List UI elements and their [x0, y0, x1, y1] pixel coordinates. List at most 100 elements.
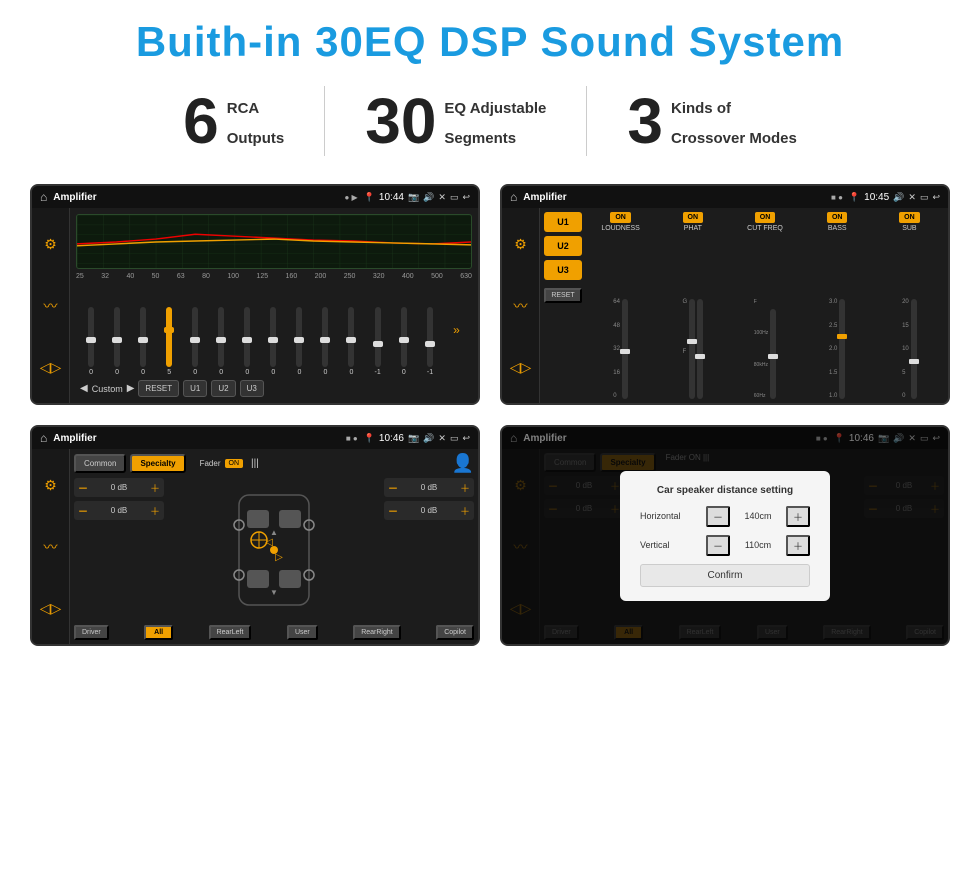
- eq-graph: [76, 214, 472, 269]
- eq-slider-1[interactable]: 0: [88, 307, 94, 376]
- dialog-title: Car speaker distance setting: [640, 485, 810, 496]
- stat-crossover-line2: Crossover Modes: [671, 119, 797, 149]
- copilot-btn[interactable]: Copilot: [436, 625, 474, 640]
- eq-wave-icon[interactable]: 〰: [44, 296, 58, 316]
- stat-crossover-number: 3: [627, 89, 663, 153]
- fader-vol-icon[interactable]: ◁▷: [40, 600, 62, 617]
- rearleft-btn[interactable]: RearLeft: [209, 625, 252, 640]
- eq-preset-label: Custom: [92, 384, 123, 394]
- vertical-label: Vertical: [640, 540, 700, 550]
- crossover-wave-icon[interactable]: 〰: [514, 296, 528, 316]
- eq-slider-13[interactable]: 0: [401, 307, 407, 376]
- eq-reset-btn[interactable]: RESET: [138, 380, 179, 397]
- fader-right-controls: － 0 dB ＋ － 0 dB ＋: [384, 478, 474, 621]
- db4-minus-btn[interactable]: －: [388, 503, 398, 518]
- horizontal-plus-btn[interactable]: ＋: [786, 506, 810, 527]
- u3-button[interactable]: U3: [544, 260, 582, 280]
- u2-button[interactable]: U2: [544, 236, 582, 256]
- db2-plus-btn[interactable]: ＋: [150, 503, 160, 518]
- eq-slider-2[interactable]: 0: [114, 307, 120, 376]
- crossover-sidebar: ⚙ 〰 ◁▷: [502, 208, 540, 403]
- eq-slider-9[interactable]: 0: [296, 307, 302, 376]
- fader-wave-icon[interactable]: 〰: [44, 537, 58, 557]
- crossover-dot-icon: ■ ●: [831, 193, 843, 202]
- user-btn[interactable]: User: [287, 625, 318, 640]
- eq-dot-icon: ● ▶: [344, 193, 357, 202]
- db2-minus-btn[interactable]: －: [78, 503, 88, 518]
- crossover-location-icon: 📍: [849, 192, 860, 203]
- crossover-close-icon: ✕: [908, 192, 916, 203]
- crossover-filter-icon[interactable]: ⚙: [514, 236, 527, 253]
- db-row-1: － 0 dB ＋: [74, 478, 164, 497]
- bass-slider-area[interactable]: 3.02.52.01.51.0: [829, 236, 845, 399]
- fader-status-bar: ⌂ Amplifier ■ ● 📍 10:46 📷 🔊 ✕ ▭ ↩: [32, 427, 478, 449]
- all-btn[interactable]: All: [144, 625, 173, 640]
- fader-window-icon: ▭: [450, 433, 459, 444]
- cutfreq-slider-area[interactable]: F100Hz80kHz60Hz: [754, 236, 776, 399]
- phat-slider-area[interactable]: GF: [682, 236, 703, 399]
- loudness-on-btn[interactable]: ON: [610, 212, 631, 223]
- sub-slider-area[interactable]: 20151050: [902, 236, 917, 399]
- fader-filter-icon[interactable]: ⚙: [44, 477, 57, 494]
- eq-slider-12[interactable]: -1: [375, 307, 381, 376]
- driver-btn[interactable]: Driver: [74, 625, 109, 640]
- eq-slider-11[interactable]: 0: [348, 307, 354, 376]
- specialty-tab[interactable]: Specialty: [130, 454, 185, 473]
- stat-crossover: 3 Kinds of Crossover Modes: [587, 89, 836, 153]
- fader-home-icon[interactable]: ⌂: [40, 431, 47, 445]
- crossover-channels-area: ON LOUDNESS 644832160 ON PHAT GF: [586, 212, 944, 399]
- eq-u3-btn[interactable]: U3: [240, 380, 264, 397]
- eq-slider-5[interactable]: 0: [192, 307, 198, 376]
- db3-plus-btn[interactable]: ＋: [460, 480, 470, 495]
- bass-on-btn[interactable]: ON: [827, 212, 848, 223]
- eq-bottom-controls: ◀ Custom ▶ RESET U1 U2 U3: [76, 376, 472, 397]
- db1-plus-btn[interactable]: ＋: [150, 480, 160, 495]
- phat-on-btn[interactable]: ON: [683, 212, 704, 223]
- vertical-minus-btn[interactable]: －: [706, 535, 730, 556]
- crossover-vol-icon[interactable]: ◁▷: [510, 359, 532, 376]
- fader-screen-card: ⌂ Amplifier ■ ● 📍 10:46 📷 🔊 ✕ ▭ ↩ ⚙ 〰 ◁▷: [30, 425, 480, 646]
- eq-vol-icon[interactable]: ◁▷: [40, 359, 62, 376]
- eq-more-arrow[interactable]: »: [453, 323, 460, 337]
- stat-eq-line2: Segments: [444, 119, 546, 149]
- fader-back-icon[interactable]: ↩: [462, 433, 470, 444]
- eq-slider-10[interactable]: 0: [322, 307, 328, 376]
- db3-minus-btn[interactable]: －: [388, 480, 398, 495]
- eq-next-btn[interactable]: ▶: [127, 383, 135, 394]
- loudness-slider-area[interactable]: 644832160: [613, 236, 628, 399]
- eq-filter-icon[interactable]: ⚙: [44, 236, 57, 253]
- db4-plus-btn[interactable]: ＋: [460, 503, 470, 518]
- crossover-home-icon[interactable]: ⌂: [510, 190, 517, 204]
- volume-icon: 🔊: [423, 192, 434, 203]
- eq-slider-8[interactable]: 0: [270, 307, 276, 376]
- sub-label: SUB: [902, 225, 916, 232]
- eq-slider-6[interactable]: 0: [218, 307, 224, 376]
- eq-u2-btn[interactable]: U2: [211, 380, 235, 397]
- car-diagram-area: ◁ ▷ ▲ ▼: [170, 478, 378, 621]
- rearright-btn[interactable]: RearRight: [353, 625, 401, 640]
- home-icon[interactable]: ⌂: [40, 190, 47, 204]
- fader-on-btn[interactable]: ON: [225, 459, 244, 468]
- cutfreq-on-btn[interactable]: ON: [755, 212, 776, 223]
- eq-u1-btn[interactable]: U1: [183, 380, 207, 397]
- crossover-reset-btn[interactable]: RESET: [544, 288, 582, 303]
- u1-button[interactable]: U1: [544, 212, 582, 232]
- fader-close-icon: ✕: [438, 433, 446, 444]
- eq-slider-7[interactable]: 0: [244, 307, 250, 376]
- crossover-back-icon[interactable]: ↩: [932, 192, 940, 203]
- vertical-plus-btn[interactable]: ＋: [786, 535, 810, 556]
- eq-time: 10:44: [379, 192, 404, 203]
- confirm-button[interactable]: Confirm: [640, 564, 810, 587]
- bass-label: BASS: [828, 225, 847, 232]
- cutfreq-label: CUT FREQ: [747, 225, 783, 232]
- common-tab[interactable]: Common: [74, 454, 126, 473]
- horizontal-minus-btn[interactable]: －: [706, 506, 730, 527]
- eq-slider-3[interactable]: 0: [140, 307, 146, 376]
- eq-prev-btn[interactable]: ◀: [80, 383, 88, 394]
- db1-minus-btn[interactable]: －: [78, 480, 88, 495]
- fader-sidebar: ⚙ 〰 ◁▷: [32, 449, 70, 644]
- eq-slider-4[interactable]: 5: [166, 307, 172, 376]
- back-icon[interactable]: ↩: [462, 192, 470, 203]
- eq-slider-14[interactable]: -1: [427, 307, 433, 376]
- sub-on-btn[interactable]: ON: [899, 212, 920, 223]
